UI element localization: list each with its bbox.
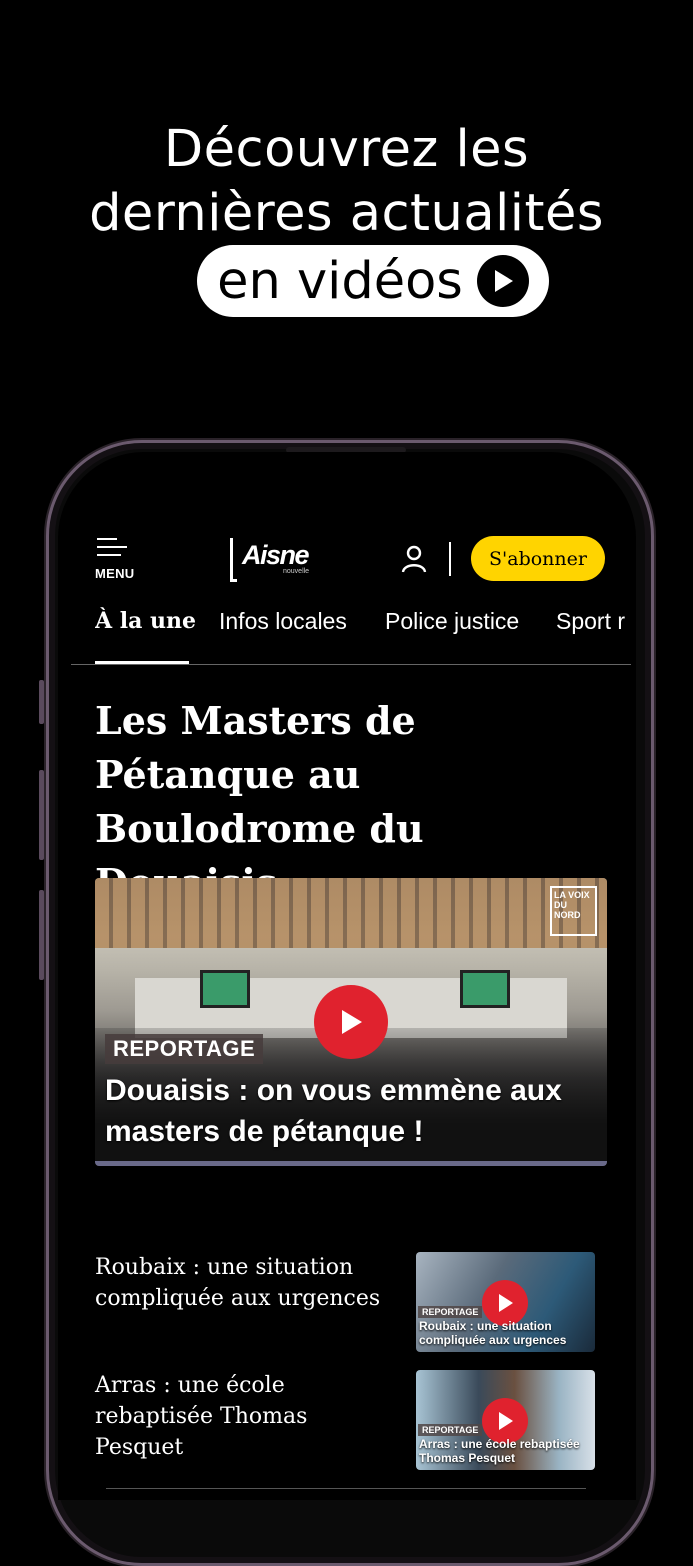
thumbnail-tag: REPORTAGE — [418, 1424, 483, 1436]
list-item-thumbnail[interactable]: REPORTAGE Arras : une école rebaptisée T… — [416, 1370, 595, 1470]
promo-pill: en vidéos — [197, 245, 549, 317]
play-icon[interactable] — [314, 985, 388, 1059]
video-progress — [95, 1161, 607, 1166]
tab-sport[interactable]: Sport r — [556, 608, 625, 635]
brand-logo: LA VOIX DU NORD — [550, 886, 597, 936]
list-item-title[interactable]: Arras : une école rebaptisée Thomas Pesq… — [95, 1370, 395, 1463]
section-tabs: À la une Infos locales Police justice Sp… — [95, 604, 636, 664]
tab-a-la-une[interactable]: À la une — [95, 608, 196, 634]
promo-line-2: dernières actualités — [89, 184, 604, 243]
promo-headline: Découvrez les dernières actualités — [0, 118, 693, 246]
phone-side-button — [39, 680, 44, 724]
play-icon — [476, 255, 529, 307]
thumbnail-tag: REPORTAGE — [418, 1306, 483, 1318]
menu-button[interactable]: MENU — [95, 536, 143, 584]
tab-infos-locales[interactable]: Infos locales — [219, 608, 347, 635]
menu-icon-line — [97, 554, 121, 556]
phone-screen: MENU Aisne nouvelle S'abonner À la une I… — [58, 452, 636, 1500]
list-item[interactable]: Arras : une école rebaptisée Thomas Pesq… — [95, 1370, 608, 1472]
thumbnail-caption: Roubaix : une situation compliquée aux u… — [419, 1319, 567, 1347]
app-topbar: MENU Aisne nouvelle S'abonner — [95, 536, 608, 584]
user-icon[interactable] — [400, 544, 428, 574]
hero-video[interactable]: LA VOIX DU NORD REPORTAGE Douaisis : on … — [95, 878, 607, 1166]
logo-sub: nouvelle — [283, 568, 310, 575]
phone-side-button — [39, 770, 44, 860]
phone-side-button — [39, 890, 44, 980]
video-caption: Douaisis : on vous emmène aux masters de… — [105, 1074, 562, 1148]
list-item[interactable]: Roubaix : une situation compliquée aux u… — [95, 1252, 608, 1354]
video-tag: REPORTAGE — [105, 1034, 264, 1064]
promo-pill-text: en vidéos — [217, 251, 463, 311]
hero-image-roof — [95, 878, 607, 948]
menu-icon-line — [97, 546, 127, 548]
nav-divider — [71, 664, 631, 665]
tab-police-justice[interactable]: Police justice — [385, 608, 519, 635]
hero-image-screen — [200, 970, 250, 1008]
list-divider — [106, 1488, 586, 1489]
menu-label: MENU — [95, 566, 135, 581]
logo-name: Aisne — [242, 540, 310, 570]
logo-mark — [230, 538, 237, 582]
thumbnail-caption: Arras : une école rebaptisée Thomas Pesq… — [419, 1437, 580, 1465]
list-item-thumbnail[interactable]: REPORTAGE Roubaix : une situation compli… — [416, 1252, 595, 1352]
list-item-title[interactable]: Roubaix : une situation compliquée aux u… — [95, 1252, 395, 1314]
hero-image-screen — [460, 970, 510, 1008]
menu-icon — [97, 538, 117, 540]
app-logo[interactable]: Aisne nouvelle — [230, 536, 320, 584]
promo-line-1: Découvrez les — [163, 120, 530, 179]
subscribe-button[interactable]: S'abonner — [471, 536, 605, 581]
topbar-divider — [449, 542, 451, 576]
